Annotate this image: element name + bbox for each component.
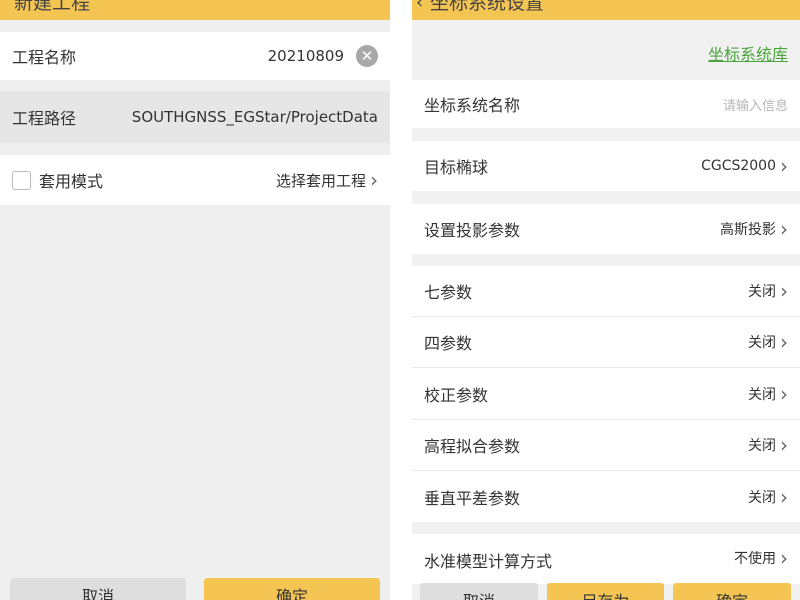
chevron-right-icon: ›: [780, 433, 788, 457]
chevron-right-icon: ›: [780, 217, 788, 241]
four-param-row[interactable]: 四参数 关闭 ›: [412, 317, 800, 368]
app-bar: ‹ 坐标系统设置: [412, 0, 800, 20]
chevron-right-icon: ›: [780, 330, 788, 354]
project-path-row: 工程路径 SOUTHGNSS_EGStar/ProjectData: [0, 91, 390, 143]
height-fit-row[interactable]: 高程拟合参数 关闭 ›: [412, 420, 800, 471]
vertical-adjust-label: 垂直平差参数: [424, 488, 521, 508]
project-path-label: 工程路径: [12, 109, 77, 128]
projection-value: 高斯投影: [720, 222, 776, 238]
chevron-right-icon: ›: [780, 381, 788, 406]
app-bar: 新建工程: [0, 0, 390, 20]
ellipsoid-label: 目标椭球: [424, 158, 489, 177]
four-param-label: 四参数: [424, 334, 473, 353]
ellipsoid-value: CGCS2000: [701, 158, 776, 174]
page-title: 新建工程: [14, 0, 91, 14]
height-fit-label: 高程拟合参数: [424, 437, 521, 456]
clear-icon[interactable]: ✕: [356, 45, 378, 67]
projection-label: 设置投影参数: [424, 221, 521, 240]
projection-row[interactable]: 设置投影参数 高斯投影 ›: [412, 204, 800, 254]
height-fit-value: 关闭: [748, 438, 776, 454]
chevron-right-icon: ›: [780, 546, 788, 570]
vertical-adjust-value: 关闭: [748, 489, 776, 506]
back-arrow-icon[interactable]: ‹: [416, 0, 423, 13]
coordinate-system-screen: ‹ 坐标系统设置 坐标系统库 坐标系统名称 请输入信息 目标椭球 CGCS200…: [412, 0, 800, 600]
library-bar: 坐标系统库: [412, 32, 800, 76]
new-project-screen: 新建工程 工程名称 20210809 ✕ 工程路径 SOUTHGNSS_EGSt…: [0, 0, 390, 600]
geoid-model-value: 不使用: [734, 551, 776, 567]
chevron-right-icon: ›: [780, 154, 788, 178]
project-path-value: SOUTHGNSS_EGStar/ProjectData: [131, 108, 378, 126]
cs-name-row[interactable]: 坐标系统名称 请输入信息: [412, 80, 800, 128]
page-title: 坐标系统设置: [430, 0, 545, 14]
correction-param-row[interactable]: 校正参数 关闭 ›: [412, 368, 800, 420]
chevron-right-icon: ›: [780, 279, 788, 303]
seven-param-row[interactable]: 七参数 关闭 ›: [412, 266, 800, 317]
select-template-link[interactable]: 选择套用工程: [276, 170, 366, 191]
save-as-button[interactable]: 另存为: [547, 583, 664, 600]
template-mode-label: 套用模式: [39, 172, 104, 191]
template-mode-row[interactable]: 套用模式 选择套用工程 ›: [0, 155, 390, 205]
geoid-model-label: 水准模型计算方式: [424, 552, 553, 571]
vertical-adjust-row[interactable]: 垂直平差参数 关闭 ›: [412, 471, 800, 522]
four-param-value: 关闭: [748, 335, 776, 351]
chevron-right-icon: ›: [780, 484, 788, 509]
cs-name-input[interactable]: 请输入信息: [723, 95, 788, 114]
project-name-field[interactable]: 20210809: [268, 47, 344, 65]
template-mode-checkbox[interactable]: [12, 170, 31, 190]
cancel-button[interactable]: 取消: [420, 583, 538, 600]
correction-param-label: 校正参数: [424, 385, 489, 405]
correction-param-value: 关闭: [748, 386, 776, 403]
geoid-model-row[interactable]: 水准模型计算方式 不使用 ›: [412, 534, 800, 584]
cs-name-label: 坐标系统名称: [424, 96, 521, 115]
confirm-button[interactable]: 确定: [204, 578, 380, 600]
coordinate-library-link[interactable]: 坐标系统库: [708, 41, 788, 65]
chevron-right-icon: ›: [370, 168, 378, 192]
seven-param-label: 七参数: [424, 283, 473, 302]
confirm-button[interactable]: 确定: [673, 583, 791, 600]
ellipsoid-row[interactable]: 目标椭球 CGCS2000 ›: [412, 141, 800, 191]
project-name-row[interactable]: 工程名称 20210809 ✕: [0, 32, 390, 80]
cancel-button[interactable]: 取消: [10, 578, 186, 600]
seven-param-value: 关闭: [748, 284, 776, 300]
project-name-label: 工程名称: [12, 48, 77, 67]
